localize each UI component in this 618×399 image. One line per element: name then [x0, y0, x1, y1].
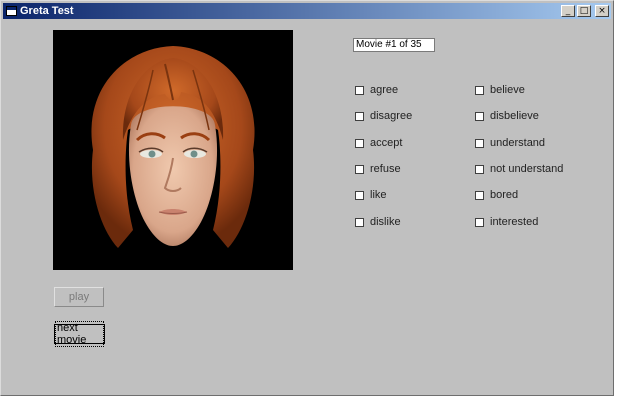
checkbox-refuse[interactable]: refuse: [355, 162, 401, 176]
window-icon[interactable]: [6, 6, 17, 16]
checkbox-box[interactable]: [475, 164, 484, 174]
main-window: Greta Test _ □ × Movie #1 of 35 agree di…: [0, 0, 614, 396]
checkbox-label: refuse: [370, 163, 401, 175]
next-movie-label: next movie: [55, 321, 104, 347]
checkbox-box[interactable]: [475, 190, 484, 200]
checkbox-label: bored: [490, 189, 519, 201]
checkbox-box[interactable]: [475, 138, 484, 148]
checkbox-box[interactable]: [355, 190, 364, 200]
checkbox-label: accept: [370, 137, 403, 149]
checkbox-label: understand: [490, 137, 546, 149]
next-movie-button[interactable]: next movie: [54, 321, 105, 347]
play-button[interactable]: play: [54, 287, 104, 307]
movie-counter-field[interactable]: Movie #1 of 35: [353, 38, 435, 52]
avatar-viewport: [53, 30, 293, 270]
checkbox-box[interactable]: [475, 111, 484, 121]
checkbox-box[interactable]: [355, 164, 364, 174]
checkbox-box[interactable]: [355, 138, 364, 148]
checkbox-believe[interactable]: believe: [475, 83, 525, 97]
window-title: Greta Test: [20, 5, 74, 17]
checkbox-label: disagree: [370, 110, 413, 122]
checkbox-label: agree: [370, 84, 399, 96]
checkbox-box[interactable]: [355, 217, 364, 227]
minimize-button[interactable]: _: [561, 5, 575, 17]
checkbox-disagree[interactable]: disagree: [355, 109, 412, 123]
checkbox-disbelieve[interactable]: disbelieve: [475, 109, 539, 123]
checkbox-box[interactable]: [355, 111, 364, 121]
checkbox-label: like: [370, 189, 387, 201]
checkbox-box[interactable]: [475, 85, 484, 95]
checkbox-label: dislike: [370, 216, 401, 228]
checkbox-interested[interactable]: interested: [475, 215, 538, 229]
checkbox-like[interactable]: like: [355, 188, 387, 202]
checkbox-box[interactable]: [355, 85, 364, 95]
checkbox-dislike[interactable]: dislike: [355, 215, 401, 229]
maximize-button[interactable]: □: [577, 5, 591, 17]
checkbox-label: believe: [490, 84, 525, 96]
checkbox-label: disbelieve: [490, 110, 539, 122]
window-controls: _ □ ×: [561, 5, 609, 17]
title-bar[interactable]: Greta Test _ □ ×: [3, 3, 611, 19]
checkbox-not-understand[interactable]: not understand: [475, 162, 563, 176]
checkbox-understand[interactable]: understand: [475, 136, 545, 150]
checkbox-box[interactable]: [475, 217, 484, 227]
checkbox-agree[interactable]: agree: [355, 83, 398, 97]
close-button[interactable]: ×: [595, 5, 609, 17]
checkbox-label: not understand: [490, 163, 564, 175]
checkbox-label: interested: [490, 216, 539, 228]
checkbox-bored[interactable]: bored: [475, 188, 518, 202]
checkbox-accept[interactable]: accept: [355, 136, 402, 150]
avatar-face-image: [91, 46, 255, 248]
